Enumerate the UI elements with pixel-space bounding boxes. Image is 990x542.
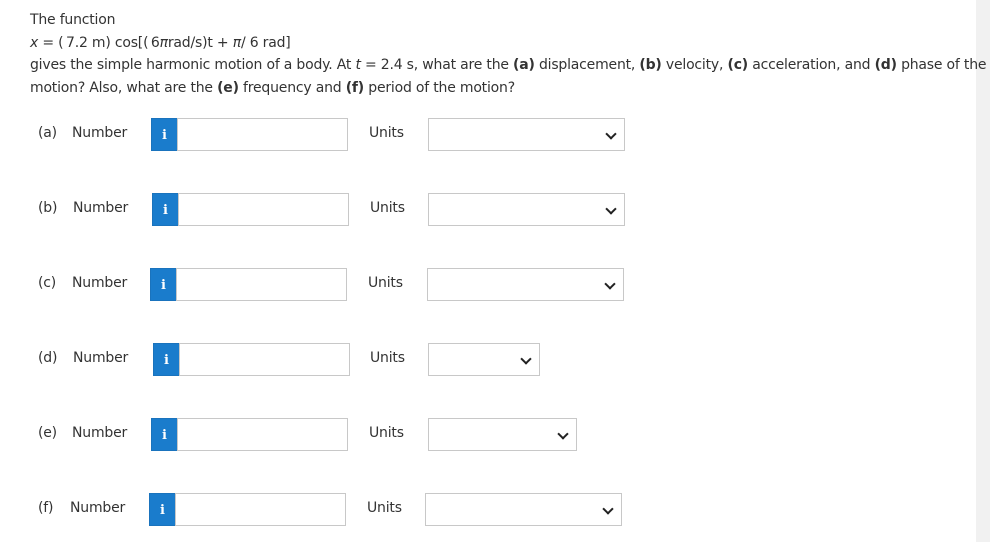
info-icon[interactable]: i xyxy=(149,493,176,526)
info-icon[interactable]: i xyxy=(150,268,177,301)
units-label: Units xyxy=(369,125,404,141)
chevron-down-icon xyxy=(605,203,617,215)
question-body-line-1: gives the simple harmonic motion of a bo… xyxy=(30,57,987,73)
chevron-down-icon xyxy=(604,278,616,290)
part-label: (c) xyxy=(38,275,57,291)
number-label: Number xyxy=(70,500,126,516)
part-label: (f) xyxy=(38,500,54,516)
question-equation: x = ( 7.2 m) cos[( 6πrad/s)t + π/ 6 rad] xyxy=(30,34,291,51)
number-input-b[interactable] xyxy=(178,193,349,226)
units-label: Units xyxy=(370,350,405,366)
number-label: Number xyxy=(73,350,129,366)
units-label: Units xyxy=(368,275,403,291)
question-panel: The function x = ( 7.2 m) cos[( 6πrad/s)… xyxy=(0,0,987,542)
number-input-a[interactable] xyxy=(177,118,348,151)
answer-row-f: (f) Number i Units xyxy=(38,493,628,526)
part-label: (b) xyxy=(38,200,58,216)
number-input-c[interactable] xyxy=(176,268,347,301)
info-icon[interactable]: i xyxy=(151,118,178,151)
number-label: Number xyxy=(72,425,128,441)
units-label: Units xyxy=(369,425,404,441)
question-intro: The function xyxy=(30,12,116,28)
units-select-b[interactable] xyxy=(428,193,625,226)
question-text: The function x = ( 7.2 m) cos[( 6πrad/s)… xyxy=(30,9,987,99)
number-label: Number xyxy=(73,200,129,216)
info-icon[interactable]: i xyxy=(152,193,179,226)
number-input-e[interactable] xyxy=(177,418,348,451)
number-label: Number xyxy=(72,275,128,291)
chevron-down-icon xyxy=(557,428,569,440)
units-select-e[interactable] xyxy=(428,418,577,451)
part-label: (e) xyxy=(38,425,57,441)
chevron-down-icon xyxy=(520,353,532,365)
info-icon[interactable]: i xyxy=(151,418,178,451)
answer-row-c: (c) Number i Units xyxy=(38,268,628,301)
answer-row-a: (a) Number i Units xyxy=(38,118,628,151)
chevron-down-icon xyxy=(602,503,614,515)
units-select-c[interactable] xyxy=(427,268,624,301)
answer-row-d: (d) Number i Units xyxy=(38,343,543,376)
part-label: (a) xyxy=(38,125,57,141)
number-input-f[interactable] xyxy=(175,493,346,526)
question-body-line-2: motion? Also, what are the (e) frequency… xyxy=(30,79,515,96)
part-label: (d) xyxy=(38,350,58,366)
units-select-f[interactable] xyxy=(425,493,622,526)
answer-row-b: (b) Number i Units xyxy=(38,193,628,226)
units-select-a[interactable] xyxy=(428,118,625,151)
answer-row-e: (e) Number i Units xyxy=(38,418,578,451)
units-label: Units xyxy=(367,500,402,516)
units-select-d[interactable] xyxy=(428,343,540,376)
chevron-down-icon xyxy=(605,128,617,140)
number-label: Number xyxy=(72,125,128,141)
number-input-d[interactable] xyxy=(179,343,350,376)
units-label: Units xyxy=(370,200,405,216)
info-icon[interactable]: i xyxy=(153,343,180,376)
